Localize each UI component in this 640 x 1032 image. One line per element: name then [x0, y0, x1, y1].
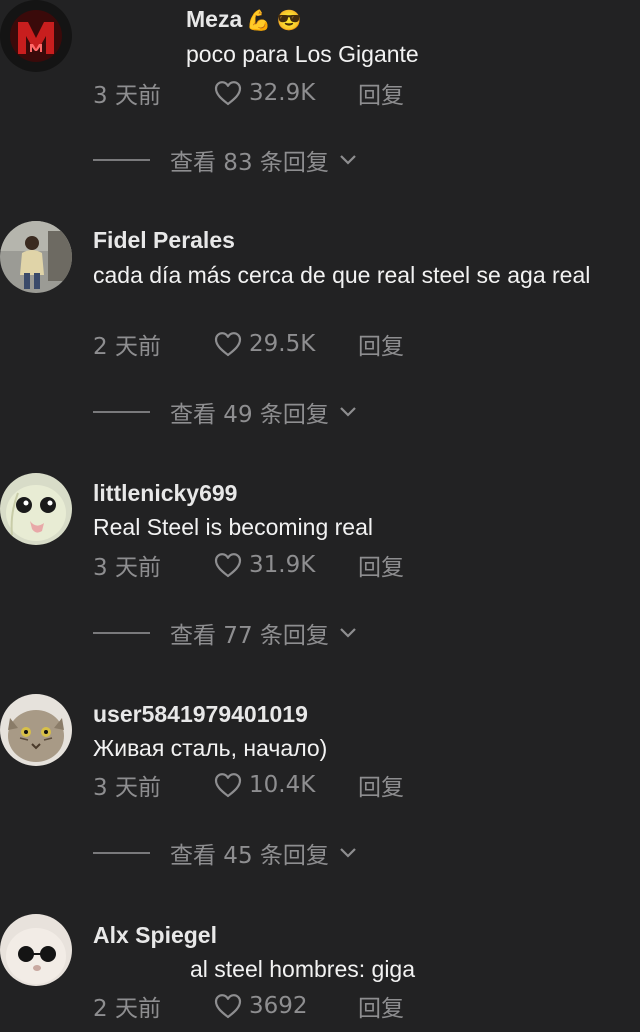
like-count: 10.4K — [249, 772, 316, 798]
like-count: 32.9K — [249, 80, 316, 106]
view-replies-label: 查看 45 条回复 — [170, 843, 329, 869]
comment-time: 2 天前 — [93, 334, 161, 360]
chevron-down-icon — [339, 847, 357, 859]
like-button[interactable]: 31.9K — [213, 551, 358, 579]
divider-line — [93, 159, 150, 161]
heart-outline-icon — [214, 994, 242, 1019]
comment-meta: 3 天前 10.4K 回复 — [93, 768, 404, 802]
heart-outline-icon — [214, 553, 242, 578]
avatar[interactable] — [0, 914, 72, 986]
divider-line — [93, 852, 150, 854]
comment-text: Real Steel is becoming real — [93, 514, 373, 540]
like-button[interactable]: 3692 — [213, 992, 358, 1020]
comment-meta: 2 天前 3692 回复 — [93, 989, 404, 1023]
avatar[interactable] — [0, 694, 72, 766]
divider-line — [93, 411, 150, 413]
comment-meta: 3 天前 32.9K 回复 — [93, 76, 404, 110]
comment-text: al steel hombres: giga — [190, 956, 416, 982]
avatar[interactable] — [0, 0, 72, 72]
comment-text: poco para Los Gigante — [186, 41, 419, 67]
comment-username[interactable]: Meza 💪 😎 — [186, 6, 302, 33]
avatar[interactable] — [0, 221, 72, 293]
comment-time: 3 天前 — [93, 83, 161, 109]
reply-button[interactable]: 回复 — [358, 768, 404, 802]
like-button[interactable]: 29.5K — [213, 330, 358, 358]
view-replies-button[interactable]: 查看 49 条回复 — [93, 395, 357, 429]
reply-button[interactable]: 回复 — [358, 76, 404, 110]
heart-outline-icon — [214, 332, 242, 357]
like-count: 29.5K — [249, 331, 316, 357]
heart-outline-icon — [214, 81, 242, 106]
comment-meta: 3 天前 31.9K 回复 — [93, 548, 404, 582]
reply-button[interactable]: 回复 — [358, 548, 404, 582]
heart-outline-icon — [214, 773, 242, 798]
comment-username[interactable]: littlenicky699 — [93, 480, 237, 507]
like-button[interactable]: 10.4K — [213, 771, 358, 799]
reply-button[interactable]: 回复 — [358, 327, 404, 361]
view-replies-button[interactable]: 查看 83 条回复 — [93, 143, 357, 177]
chevron-down-icon — [339, 154, 357, 166]
comment-text: cada día más cerca de que real steel se … — [93, 262, 591, 288]
view-replies-label: 查看 77 条回复 — [170, 623, 329, 649]
view-replies-label: 查看 49 条回复 — [170, 402, 329, 428]
comment-time: 3 天前 — [93, 775, 161, 801]
view-replies-label: 查看 83 条回复 — [170, 150, 329, 176]
comment-meta: 2 天前 29.5K 回复 — [93, 327, 404, 361]
like-count: 3692 — [249, 993, 308, 1019]
comment-username[interactable]: Fidel Perales — [93, 227, 235, 254]
comment-time: 2 天前 — [93, 996, 161, 1022]
comment-username[interactable]: user5841979401019 — [93, 701, 308, 728]
view-replies-button[interactable]: 查看 77 条回复 — [93, 616, 357, 650]
chevron-down-icon — [339, 627, 357, 639]
comment-text: Живая сталь, начало) — [93, 735, 328, 761]
comment-username[interactable]: Alx Spiegel — [93, 922, 217, 949]
view-replies-button[interactable]: 查看 45 条回复 — [93, 836, 357, 870]
comment-time: 3 天前 — [93, 555, 161, 581]
reply-button[interactable]: 回复 — [358, 989, 404, 1023]
divider-line — [93, 632, 150, 634]
chevron-down-icon — [339, 406, 357, 418]
like-button[interactable]: 32.9K — [213, 79, 358, 107]
like-count: 31.9K — [249, 552, 316, 578]
avatar[interactable] — [0, 473, 72, 545]
